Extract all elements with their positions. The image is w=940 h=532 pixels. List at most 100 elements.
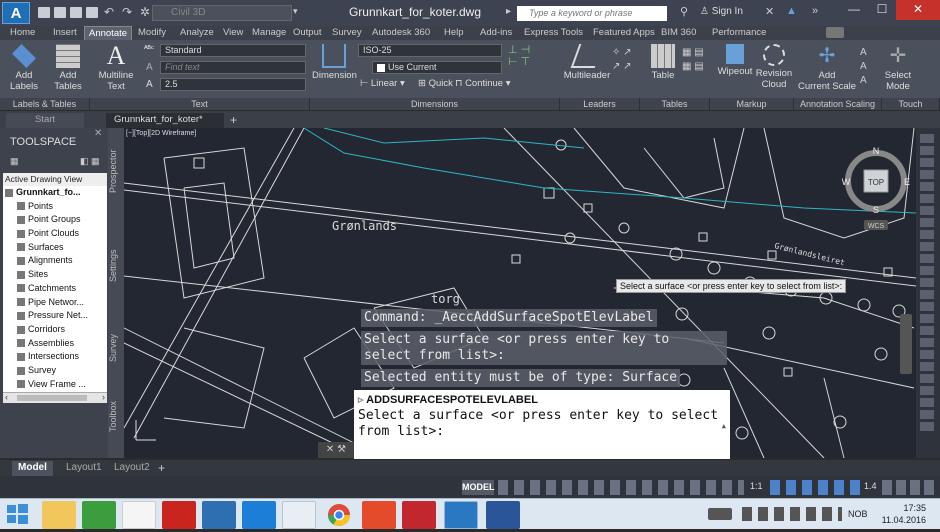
chrome-icon[interactable] — [322, 501, 356, 529]
panel-title-text[interactable]: Text — [90, 98, 310, 110]
model-tab[interactable]: Model — [12, 461, 53, 476]
word-icon[interactable] — [486, 501, 520, 529]
ribbon-tab-performance[interactable]: Performance — [708, 26, 770, 40]
tree-node[interactable]: Point Clouds — [3, 227, 107, 241]
windows-start-icon[interactable] — [4, 502, 32, 526]
compass-north[interactable]: N — [873, 146, 880, 156]
tree-node[interactable]: Assemblies — [3, 337, 107, 351]
chevron-down-icon[interactable]: ▾ — [293, 6, 298, 17]
ribbon-tab-annotate[interactable]: Annotate — [84, 26, 133, 40]
multiline-text-button[interactable]: A Multiline Text — [94, 43, 138, 93]
minimize-button[interactable]: — — [840, 0, 868, 20]
panel-title-touch[interactable]: Touch — [882, 98, 940, 110]
remote-desktop-icon[interactable] — [202, 501, 236, 529]
table-button[interactable]: Table — [648, 44, 678, 81]
status-right-icons[interactable] — [770, 480, 860, 495]
quick-button[interactable]: ⊞ Quick — [418, 78, 453, 89]
right-tool-icons[interactable] — [920, 134, 934, 434]
autocad-icon[interactable] — [402, 501, 436, 529]
command-history-toggle[interactable]: ▲ — [722, 418, 726, 434]
save-icon[interactable] — [70, 7, 82, 18]
maximize-button[interactable]: ☐ — [868, 0, 896, 20]
vertical-tab-toolbox[interactable]: Toolbox — [108, 376, 124, 456]
tree-node[interactable]: Survey — [3, 364, 107, 378]
table-tools-icon[interactable]: ▦ ▤ ▦ ▤ — [682, 46, 704, 74]
add-layout-button[interactable]: + — [158, 461, 165, 475]
add-current-scale-button[interactable]: ✢ Add Current Scale — [798, 44, 856, 92]
tree-scrollbar[interactable]: ‹ › — [3, 392, 107, 403]
text-style-select[interactable]: Standard — [160, 44, 306, 57]
tree-node[interactable]: Alignments — [3, 254, 107, 268]
toolspace-options-icon[interactable]: ◧ ▦ — [80, 156, 100, 167]
start-tab[interactable]: Start — [6, 113, 84, 128]
tree-node[interactable]: Pipe Networ... — [3, 296, 107, 310]
customization-icons[interactable] — [882, 480, 934, 495]
close-palette-icon[interactable]: ✕ — [94, 128, 102, 139]
find-text-input[interactable]: Find text — [160, 61, 306, 74]
panel-title-labels-tables[interactable]: Labels & Tables — [0, 98, 90, 110]
ribbon-tab-add-ins[interactable]: Add-ins — [476, 26, 516, 40]
keyboard-icon[interactable] — [708, 508, 732, 520]
print-icon[interactable] — [86, 7, 98, 18]
tree-node[interactable]: Pressure Net... — [3, 309, 107, 323]
continue-button[interactable]: ⊓ Continue ▾ — [455, 78, 511, 89]
tree-node[interactable]: Grunnkart_fo... — [3, 186, 107, 200]
app-menu-button[interactable]: A — [2, 2, 30, 24]
ribbon-tab-view[interactable]: View — [219, 26, 247, 40]
binoculars-icon[interactable]: ⚲ — [680, 5, 688, 18]
search-expand-icon[interactable]: ▸ — [506, 6, 511, 17]
scale-tools-icon[interactable]: AAA — [860, 46, 867, 88]
new-icon[interactable] — [38, 7, 50, 18]
dimension-tools-icon[interactable]: ⊥ ⊣ ⊢ ⊤ — [508, 44, 544, 74]
app-m-icon[interactable] — [242, 501, 276, 529]
tree-node[interactable]: Points — [3, 200, 107, 214]
dim-style-select[interactable]: ISO-25 — [358, 44, 502, 57]
ribbon-tab-survey[interactable]: Survey — [328, 26, 366, 40]
a360-icon[interactable]: ▲ — [786, 5, 797, 17]
ribbon-tab-analyze[interactable]: Analyze — [176, 26, 218, 40]
text-height-select[interactable]: 2.5 — [160, 78, 306, 91]
layer-select[interactable]: Use Current — [372, 61, 502, 74]
command-line-controls[interactable]: ✕ ⚒ — [318, 442, 354, 458]
tree-node[interactable]: View Frame ... — [3, 378, 107, 392]
ribbon-tab-express-tools[interactable]: Express Tools — [520, 26, 587, 40]
workspace-dropdown[interactable]: Civil 3D — [152, 5, 292, 21]
scroll-left-icon[interactable]: ‹ — [5, 392, 8, 402]
panel-title-leaders[interactable]: Leaders — [560, 98, 640, 110]
panel-title-annotation-scaling[interactable]: Annotation Scaling — [794, 98, 882, 110]
store-icon[interactable] — [82, 501, 116, 529]
adobe-icon[interactable] — [162, 501, 196, 529]
vertical-tab-prospector[interactable]: Prospector — [108, 136, 124, 206]
vertical-tab-survey[interactable]: Survey — [108, 318, 124, 378]
annotation-scale[interactable]: 1:1 — [750, 481, 763, 491]
status-toggle-icons[interactable] — [498, 480, 744, 495]
viewcube[interactable]: TOP N S W E WCS — [842, 146, 910, 230]
ribbon-tab-output[interactable]: Output — [289, 26, 326, 40]
compass-east[interactable]: E — [904, 177, 910, 187]
command-line[interactable]: ▹ ADDSURFACESPOTELEVLABEL Select a surfa… — [354, 390, 730, 459]
ribbon-tab-help[interactable]: Help — [440, 26, 468, 40]
file-explorer-icon[interactable] — [42, 501, 76, 529]
select-mode-button[interactable]: ✛ Select Mode — [880, 44, 916, 92]
ribbon-tab-featured-apps[interactable]: Featured Apps — [589, 26, 659, 40]
ribbon-tab-modify[interactable]: Modify — [134, 26, 170, 40]
exchange-icon[interactable]: ✕ — [765, 5, 774, 18]
dimension-button[interactable]: Dimension — [312, 44, 357, 81]
ribbon-options-icon[interactable] — [826, 27, 844, 38]
viewport-controls[interactable]: [−][Top][2D Wireframe] — [126, 130, 196, 137]
search-input[interactable]: Type a keyword or phrase — [517, 6, 667, 21]
language-indicator[interactable]: NOB — [848, 509, 868, 519]
new-tab-button[interactable]: + — [230, 113, 237, 127]
open-icon[interactable] — [54, 7, 66, 18]
tree-node[interactable]: Sites — [3, 268, 107, 282]
wipeout-button[interactable]: Wipeout — [716, 44, 754, 77]
tree-node[interactable]: Surfaces — [3, 241, 107, 255]
gear-icon[interactable]: ✲ — [140, 5, 150, 19]
add-labels-button[interactable]: Add Labels — [6, 44, 42, 92]
add-tables-button[interactable]: Add Tables — [50, 44, 86, 92]
vertical-tab-settings[interactable]: Settings — [108, 236, 124, 296]
linear-button[interactable]: ⊢ Linear ▾ — [360, 78, 405, 89]
ribbon-tab-manage[interactable]: Manage — [248, 26, 290, 40]
layout2-tab[interactable]: Layout2 — [108, 461, 156, 476]
tree-node[interactable]: Point Groups — [3, 213, 107, 227]
